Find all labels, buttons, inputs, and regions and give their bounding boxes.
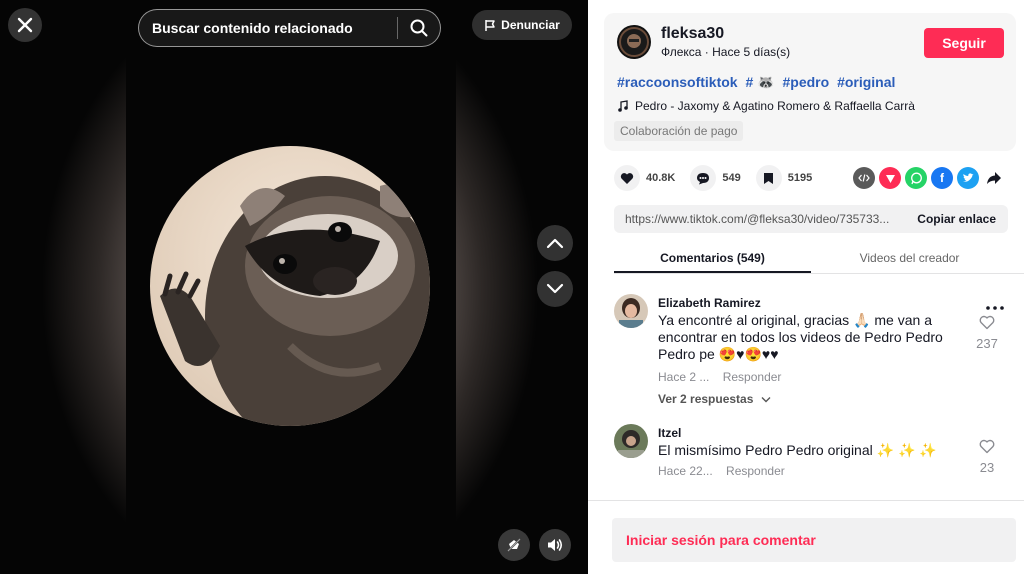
- commenter-name[interactable]: Elizabeth Ramirez: [658, 296, 761, 310]
- comment-time: Hace 22...: [658, 464, 713, 478]
- reply-button[interactable]: Responder: [723, 370, 782, 384]
- comment-meta: Hace 22... Responder: [658, 464, 795, 478]
- heart-outline-icon: [979, 315, 995, 330]
- facebook-icon: f: [940, 171, 944, 185]
- video-player[interactable]: Denunciar: [0, 0, 588, 574]
- hashtag[interactable]: #pedro: [782, 74, 829, 90]
- author-username[interactable]: fleksa30: [661, 25, 724, 43]
- comment-like-count: 23: [979, 460, 995, 475]
- follow-button[interactable]: Seguir: [924, 28, 1004, 58]
- copy-link-button[interactable]: Copiar enlace: [917, 212, 1008, 226]
- music-note-icon: [618, 100, 628, 112]
- tab-comments[interactable]: Comentarios (549): [614, 244, 811, 273]
- comment-text: Ya encontré al original, gracias 🙏🏻 me v…: [658, 312, 943, 362]
- send-to-friends-button[interactable]: [879, 167, 901, 189]
- hashtag[interactable]: # 🦝: [745, 74, 774, 90]
- chevron-down-icon: [546, 283, 564, 294]
- whatsapp-icon: [910, 172, 922, 184]
- twitter-button[interactable]: [957, 167, 979, 189]
- embed-button[interactable]: [853, 167, 875, 189]
- comment-stat[interactable]: 549: [690, 165, 741, 191]
- hashtag[interactable]: #raccoonsoftiktok: [617, 74, 738, 90]
- search-icon: [410, 19, 428, 37]
- commenter-avatar[interactable]: [614, 294, 648, 328]
- author-avatar[interactable]: [617, 25, 651, 59]
- previous-video-button[interactable]: [537, 225, 573, 261]
- flag-icon: [485, 19, 495, 31]
- panel-tabs: Comentarios (549) Videos del creador: [614, 244, 1024, 274]
- more-icon: [986, 306, 1004, 310]
- avatar-image: [619, 27, 649, 57]
- floating-player-icon: [507, 538, 521, 552]
- bookmark-icon: [764, 172, 774, 184]
- comment-list: Elizabeth Ramirez Ya encontré al origina…: [614, 290, 1010, 490]
- comment-like-count: 237: [976, 336, 998, 351]
- commenter-name[interactable]: Itzel: [658, 426, 681, 440]
- video-link: https://www.tiktok.com/@fleksa30/video/7…: [625, 212, 890, 226]
- more-options-button[interactable]: [986, 294, 1004, 315]
- close-button[interactable]: [8, 8, 42, 42]
- raccoon-image: [160, 176, 430, 426]
- send-icon: [885, 174, 895, 183]
- music-link[interactable]: Pedro - Jaxomy & Agatino Romero & Raffae…: [617, 99, 915, 113]
- close-icon: [17, 17, 33, 33]
- comment-login-bar: Iniciar sesión para comentar: [588, 500, 1024, 574]
- video-content-raccoon: [150, 146, 430, 426]
- hashtag[interactable]: #original: [837, 74, 895, 90]
- comment-like-button[interactable]: 237: [972, 315, 1002, 351]
- search-button[interactable]: [398, 10, 440, 46]
- engagement-stats: 40.8K 549 5195: [614, 165, 827, 191]
- app-root: Denunciar fleksa30 Флекса · Hace 5 días(…: [0, 0, 1024, 574]
- commenter-avatar[interactable]: [614, 424, 648, 458]
- hashtags: #raccoonsoftiktok # 🦝 #pedro #original: [617, 74, 899, 91]
- search-bar[interactable]: [138, 9, 441, 47]
- comment-like-button[interactable]: 23: [972, 439, 1002, 475]
- author-card: fleksa30 Флекса · Hace 5 días(s) Seguir …: [604, 13, 1016, 151]
- view-replies-button[interactable]: Ver 2 respuestas: [658, 392, 771, 406]
- comment-time: Hace 2 ...: [658, 370, 710, 384]
- comment-count: 549: [722, 172, 741, 184]
- report-label: Denunciar: [501, 18, 560, 32]
- comment-item: Elizabeth Ramirez Ya encontré al origina…: [614, 290, 1010, 420]
- view-replies-label: Ver 2 respuestas: [658, 392, 754, 406]
- tab-creator-videos[interactable]: Videos del creador: [811, 244, 1008, 273]
- author-subtitle: Флекса · Hace 5 días(s): [661, 45, 791, 59]
- login-to-comment-button[interactable]: Iniciar sesión para comentar: [612, 518, 1016, 562]
- volume-button[interactable]: [539, 529, 571, 561]
- like-stat[interactable]: 40.8K: [614, 165, 675, 191]
- save-count: 5195: [787, 172, 813, 184]
- code-icon: [858, 174, 870, 182]
- paid-partnership-badge: Colaboración de pago: [614, 121, 744, 141]
- comment-text: El mismísimo Pedro Pedro original ✨ ✨ ✨: [658, 442, 937, 458]
- heart-outline-icon: [979, 439, 995, 454]
- chevron-down-icon: [761, 397, 771, 403]
- share-buttons: f: [853, 167, 1005, 189]
- search-input[interactable]: [152, 20, 397, 36]
- twitter-icon: [963, 173, 974, 182]
- music-title: Pedro - Jaxomy & Agatino Romero & Raffae…: [635, 99, 915, 113]
- volume-icon: [548, 539, 563, 551]
- reply-button[interactable]: Responder: [726, 464, 785, 478]
- avatar-image: [614, 424, 648, 458]
- whatsapp-button[interactable]: [905, 167, 927, 189]
- comment-meta: Hace 2 ... Responder: [658, 370, 791, 384]
- chevron-up-icon: [546, 238, 564, 249]
- share-arrow-icon: [987, 172, 1001, 184]
- like-count: 40.8K: [646, 172, 676, 184]
- report-button[interactable]: Denunciar: [472, 10, 572, 40]
- heart-icon: [620, 172, 634, 184]
- share-more-button[interactable]: [983, 167, 1005, 189]
- floating-player-button[interactable]: [498, 529, 530, 561]
- comment-icon: [697, 172, 710, 184]
- details-panel: fleksa30 Флекса · Hace 5 días(s) Seguir …: [588, 0, 1024, 574]
- comment-item: Itzel El mismísimo Pedro Pedro original …: [614, 420, 1010, 490]
- save-stat[interactable]: 5195: [755, 165, 813, 191]
- video-link-box: https://www.tiktok.com/@fleksa30/video/7…: [614, 205, 1008, 233]
- facebook-button[interactable]: f: [931, 167, 953, 189]
- avatar-image: [614, 294, 648, 328]
- next-video-button[interactable]: [537, 271, 573, 307]
